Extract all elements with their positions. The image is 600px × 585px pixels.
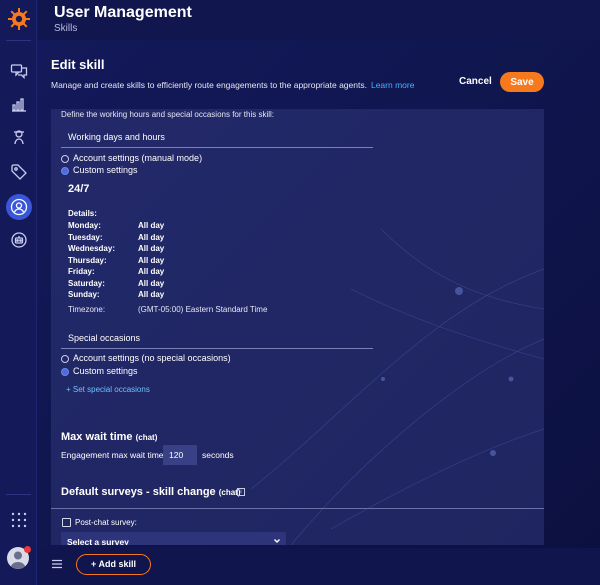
special-occasions-heading: Special occasions bbox=[68, 333, 141, 343]
max-wait-unit: seconds bbox=[202, 450, 234, 460]
section-divider bbox=[51, 508, 544, 509]
day-label: Sunday: bbox=[68, 290, 100, 299]
tag-icon bbox=[11, 164, 27, 180]
chat-icon bbox=[10, 64, 28, 80]
app-window: User Management Skills Edit skill Manage… bbox=[0, 0, 600, 585]
nav-tags[interactable] bbox=[8, 161, 30, 183]
bar-chart-icon bbox=[12, 98, 26, 112]
radio-occasions-account[interactable] bbox=[61, 355, 69, 363]
agent-icon bbox=[14, 130, 24, 145]
nav-apps[interactable] bbox=[8, 509, 30, 531]
radio-occasions-custom[interactable] bbox=[61, 368, 69, 376]
chevron-down-icon bbox=[274, 539, 280, 543]
day-value: All day bbox=[138, 233, 165, 242]
set-special-occasions-link[interactable]: + Set special occasions bbox=[66, 385, 150, 394]
radio-occasions-custom-label: Custom settings bbox=[73, 366, 138, 376]
nav-analytics[interactable] bbox=[8, 93, 30, 115]
menu-icon[interactable] bbox=[51, 558, 63, 570]
surveys-title: Default surveys - skill change bbox=[61, 486, 216, 498]
radio-custom-settings-label: Custom settings bbox=[73, 165, 138, 175]
day-label: Tuesday: bbox=[68, 233, 103, 242]
day-value: All day bbox=[138, 256, 165, 265]
survey-select-value: Select a survey bbox=[67, 537, 129, 545]
details-label: Details: bbox=[68, 209, 97, 218]
nav-agent-workspace[interactable] bbox=[8, 126, 30, 148]
max-wait-input[interactable] bbox=[163, 445, 197, 465]
page-title: User Management bbox=[54, 4, 192, 21]
working-hours-intro: Define the working hours and special occ… bbox=[61, 110, 274, 119]
hours-summary: 24/7 bbox=[68, 183, 90, 195]
learn-more-link[interactable]: Learn more bbox=[371, 80, 414, 90]
logo-icon[interactable] bbox=[8, 8, 30, 30]
bot-icon bbox=[11, 232, 27, 248]
day-value: All day bbox=[138, 267, 165, 276]
left-nav-rail bbox=[0, 0, 37, 585]
max-wait-heading: Max wait time (chat) bbox=[61, 431, 157, 443]
day-label: Saturday: bbox=[68, 279, 105, 288]
surveys-heading: Default surveys - skill change (chat) bbox=[61, 486, 241, 498]
nav-automation[interactable] bbox=[8, 229, 30, 251]
day-label: Friday: bbox=[68, 267, 95, 276]
max-wait-label: Engagement max wait time bbox=[61, 450, 164, 460]
day-label: Monday: bbox=[68, 221, 101, 230]
edit-skill-title: Edit skill bbox=[51, 57, 105, 72]
day-value: All day bbox=[138, 290, 165, 299]
cancel-button[interactable]: Cancel bbox=[459, 76, 492, 87]
notification-dot bbox=[24, 546, 31, 553]
grid-icon bbox=[11, 512, 27, 528]
description-text: Manage and create skills to efficiently … bbox=[51, 80, 367, 90]
day-value: All day bbox=[138, 279, 165, 288]
day-label: Wednesday: bbox=[68, 244, 115, 253]
day-value: All day bbox=[138, 244, 165, 253]
day-value: All day bbox=[138, 221, 165, 230]
radio-occasions-account-label: Account settings (no special occasions) bbox=[73, 353, 231, 363]
info-icon[interactable]: i bbox=[237, 488, 245, 496]
nav-conversations[interactable] bbox=[8, 60, 30, 82]
nav-user-management[interactable] bbox=[6, 194, 32, 220]
edit-skill-description: Manage and create skills to efficiently … bbox=[51, 80, 414, 90]
radio-account-settings[interactable] bbox=[61, 155, 69, 163]
working-hours-heading: Working days and hours bbox=[68, 132, 165, 142]
channel-tag: (chat) bbox=[135, 433, 158, 442]
day-label: Thursday: bbox=[68, 256, 107, 265]
post-chat-survey-checkbox[interactable] bbox=[62, 518, 71, 527]
add-skill-button[interactable]: + Add skill bbox=[76, 554, 151, 575]
users-icon bbox=[10, 198, 28, 216]
rail-divider bbox=[6, 40, 31, 41]
survey-select[interactable]: Select a survey bbox=[61, 532, 286, 545]
radio-custom-settings[interactable] bbox=[61, 167, 69, 175]
timezone-label: Timezone: bbox=[68, 305, 106, 314]
skill-form-panel[interactable]: Define the working hours and special occ… bbox=[51, 109, 544, 545]
page-header: User Management Skills bbox=[38, 0, 600, 40]
timezone-value: (GMT-05:00) Eastern Standard Time bbox=[138, 305, 268, 314]
save-button[interactable]: Save bbox=[500, 72, 544, 92]
radio-account-settings-label: Account settings (manual mode) bbox=[73, 153, 203, 163]
section-divider bbox=[61, 348, 373, 349]
post-chat-survey-label: Post-chat survey: bbox=[75, 518, 137, 527]
section-divider bbox=[61, 147, 373, 148]
max-wait-title: Max wait time bbox=[61, 431, 133, 443]
breadcrumb[interactable]: Skills bbox=[54, 23, 77, 34]
rail-divider-bottom bbox=[6, 494, 31, 495]
